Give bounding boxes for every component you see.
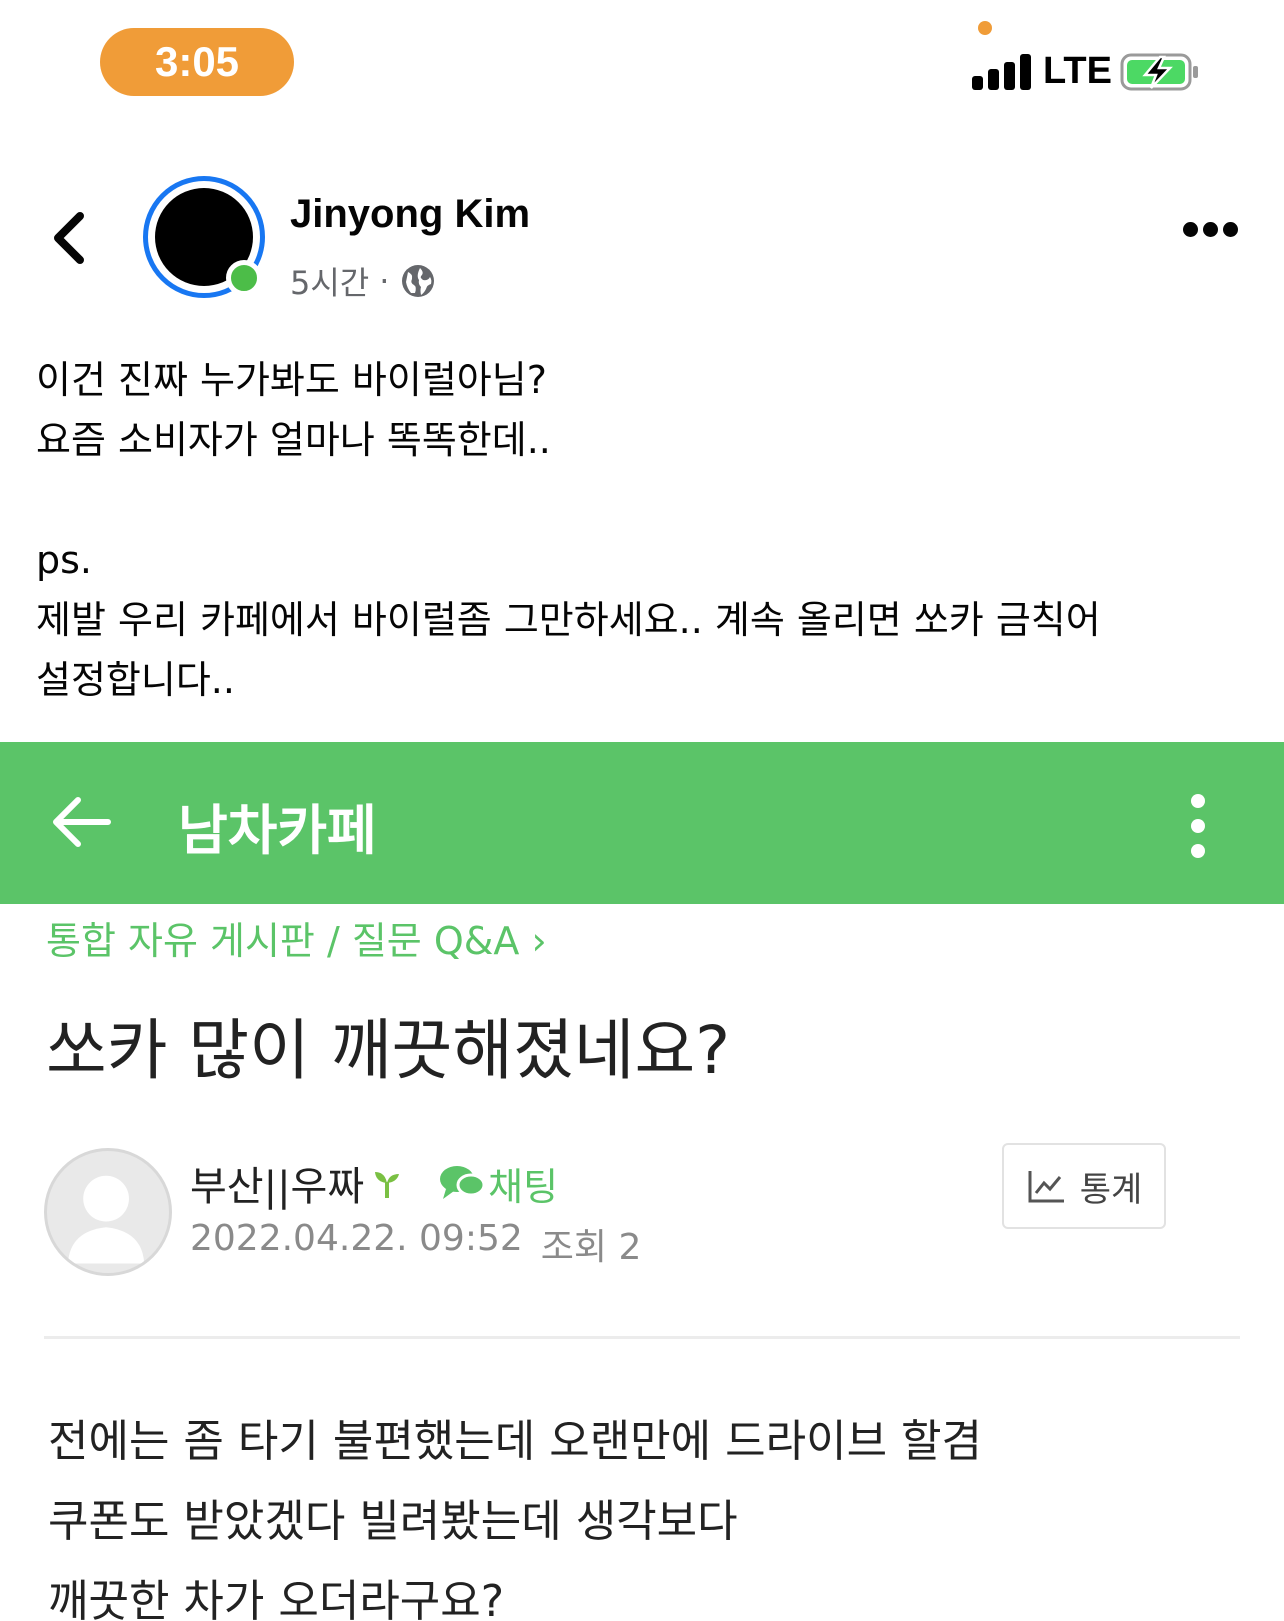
post-line: 이건 진짜 누가봐도 바이럴아님?	[36, 358, 547, 402]
back-icon[interactable]	[46, 210, 94, 266]
article-title: 쏘카 많이 깨끗해졌네요?	[46, 1012, 731, 1089]
network-type: LTE	[1043, 50, 1112, 92]
post-text: 이건 진짜 누가봐도 바이럴아님? 요즘 소비자가 얼마나 똑똑한데.. ps.…	[36, 350, 1256, 710]
board-breadcrumb: 통합 자유 게시판 / 질문 Q&A ›	[46, 910, 547, 965]
body-line: 전에는 좀 타기 불편했는데 오랜만에 드라이브 할겸	[48, 1416, 982, 1467]
signal-icon	[972, 54, 1032, 90]
status-time[interactable]: 3:05	[100, 28, 294, 96]
more-options-icon[interactable]	[1183, 220, 1239, 240]
line-chart-icon	[1028, 1171, 1064, 1203]
online-status-dot	[226, 260, 262, 296]
sprout-icon	[375, 1172, 400, 1198]
person-placeholder-icon	[67, 1175, 145, 1264]
post-line: ps.	[36, 538, 92, 582]
author-name[interactable]: Jinyong Kim	[290, 192, 530, 237]
board-path: 통합 자유 게시판 / 질문 Q&A	[46, 919, 520, 963]
post-line: 제발 우리 카페에서 바이럴좀 그만하세요.. 계속 올리면 쏘카 금칙어	[36, 598, 1101, 642]
article-meta: 2022.04.22. 09:52 조회 2	[190, 1218, 641, 1270]
post-line	[36, 470, 1256, 530]
body-line: 쿠폰도 받았겠다 빌려봤는데 생각보다	[48, 1496, 738, 1547]
view-count: 조회 2	[540, 1227, 642, 1268]
article-body: 전에는 좀 타기 불편했는데 오랜만에 드라이브 할겸 쿠폰도 받았겠다 빌려봤…	[48, 1402, 982, 1621]
writer-row: 부산||우짜 채팅	[190, 1154, 558, 1212]
cafe-name: 남차카페	[178, 799, 377, 862]
article-date: 2022.04.22. 09:52	[190, 1218, 523, 1259]
writer-avatar	[44, 1148, 172, 1276]
post-meta: 5시간 ·	[290, 258, 437, 304]
divider	[44, 1336, 1240, 1339]
cafe-header: 남차카페	[0, 742, 1284, 904]
embedded-screenshot[interactable]: 남차카페 통합 자유 게시판 / 질문 Q&A › 쏘카 많이 깨끗해졌네요? …	[0, 742, 1284, 1621]
post-line: 설정합니다..	[36, 658, 235, 702]
arrow-left-icon	[53, 797, 111, 847]
battery-charging-icon	[1120, 53, 1198, 91]
body-line: 깨끗한 차가 오더라구요?	[48, 1576, 505, 1621]
chevron-right-icon: ›	[531, 919, 547, 963]
stats-button: 통계	[1002, 1143, 1166, 1229]
globe-icon[interactable]	[399, 262, 437, 300]
post-line: 요즘 소비자가 얼마나 똑똑한데..	[36, 418, 551, 462]
chat-label: 채팅	[488, 1164, 559, 1209]
post-time[interactable]: 5시간	[290, 258, 369, 304]
vertical-more-icon	[1188, 794, 1208, 858]
privacy-indicator-dot	[978, 21, 992, 35]
status-bar: 3:05 LTE	[0, 0, 1284, 110]
chat-bubble-icon	[440, 1166, 486, 1199]
stats-label: 통계	[1079, 1169, 1143, 1210]
meta-separator: ·	[379, 262, 390, 300]
writer-name: 부산||우짜	[190, 1164, 365, 1210]
